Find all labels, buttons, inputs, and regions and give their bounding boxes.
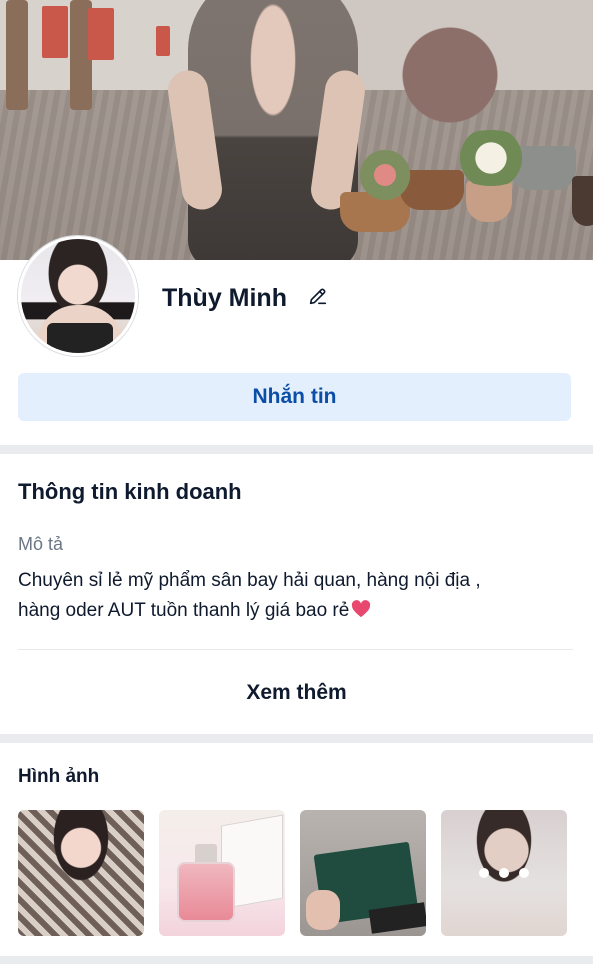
cover-tree	[360, 0, 540, 150]
perfume-bottle	[177, 862, 235, 922]
photo-thumbnail-more[interactable]	[441, 810, 567, 936]
cover-pot	[466, 180, 512, 222]
photo-thumbnail[interactable]	[18, 810, 144, 936]
hand	[306, 890, 340, 930]
section-separator	[0, 734, 593, 743]
profile-name-row: Thùy Minh	[162, 284, 329, 313]
section-separator	[0, 956, 593, 964]
description-line: hàng oder AUT tuồn thanh lý giá bao rẻ	[18, 596, 563, 626]
description-line: Chuyên sỉ lẻ mỹ phẩm sân bay hải quan, h…	[18, 570, 481, 591]
cover-flowers	[448, 130, 534, 186]
perfume-cap	[195, 844, 217, 864]
avatar[interactable]	[18, 236, 138, 356]
cover-banner	[42, 6, 68, 58]
profile-name: Thùy Minh	[162, 284, 287, 312]
cover-flowers	[350, 150, 420, 200]
cover-pillar	[6, 0, 28, 110]
cover-banner	[156, 26, 170, 56]
heart-icon	[351, 598, 371, 618]
photos-title: Hình ảnh	[18, 766, 100, 787]
avatar-top	[47, 323, 113, 353]
section-separator	[0, 445, 593, 454]
cover-photo[interactable]	[0, 0, 593, 260]
cover-pot	[572, 176, 593, 226]
edit-icon[interactable]	[307, 285, 329, 312]
description-line-text: hàng oder AUT tuồn thanh lý giá bao rẻ	[18, 600, 350, 621]
description-text: Chuyên sỉ lẻ mỹ phẩm sân bay hải quan, h…	[18, 566, 563, 626]
photo-thumbnails	[18, 810, 567, 936]
description-label: Mô tả	[18, 534, 64, 554]
photo-thumbnail[interactable]	[300, 810, 426, 936]
photo-thumbnail[interactable]	[159, 810, 285, 936]
business-info-title: Thông tin kinh doanh	[18, 479, 242, 504]
more-dots-icon	[441, 810, 567, 936]
divider	[18, 649, 573, 650]
message-button[interactable]: Nhắn tin	[18, 373, 571, 421]
see-more-button[interactable]: Xem thêm	[0, 671, 593, 715]
cover-banner	[88, 8, 114, 60]
